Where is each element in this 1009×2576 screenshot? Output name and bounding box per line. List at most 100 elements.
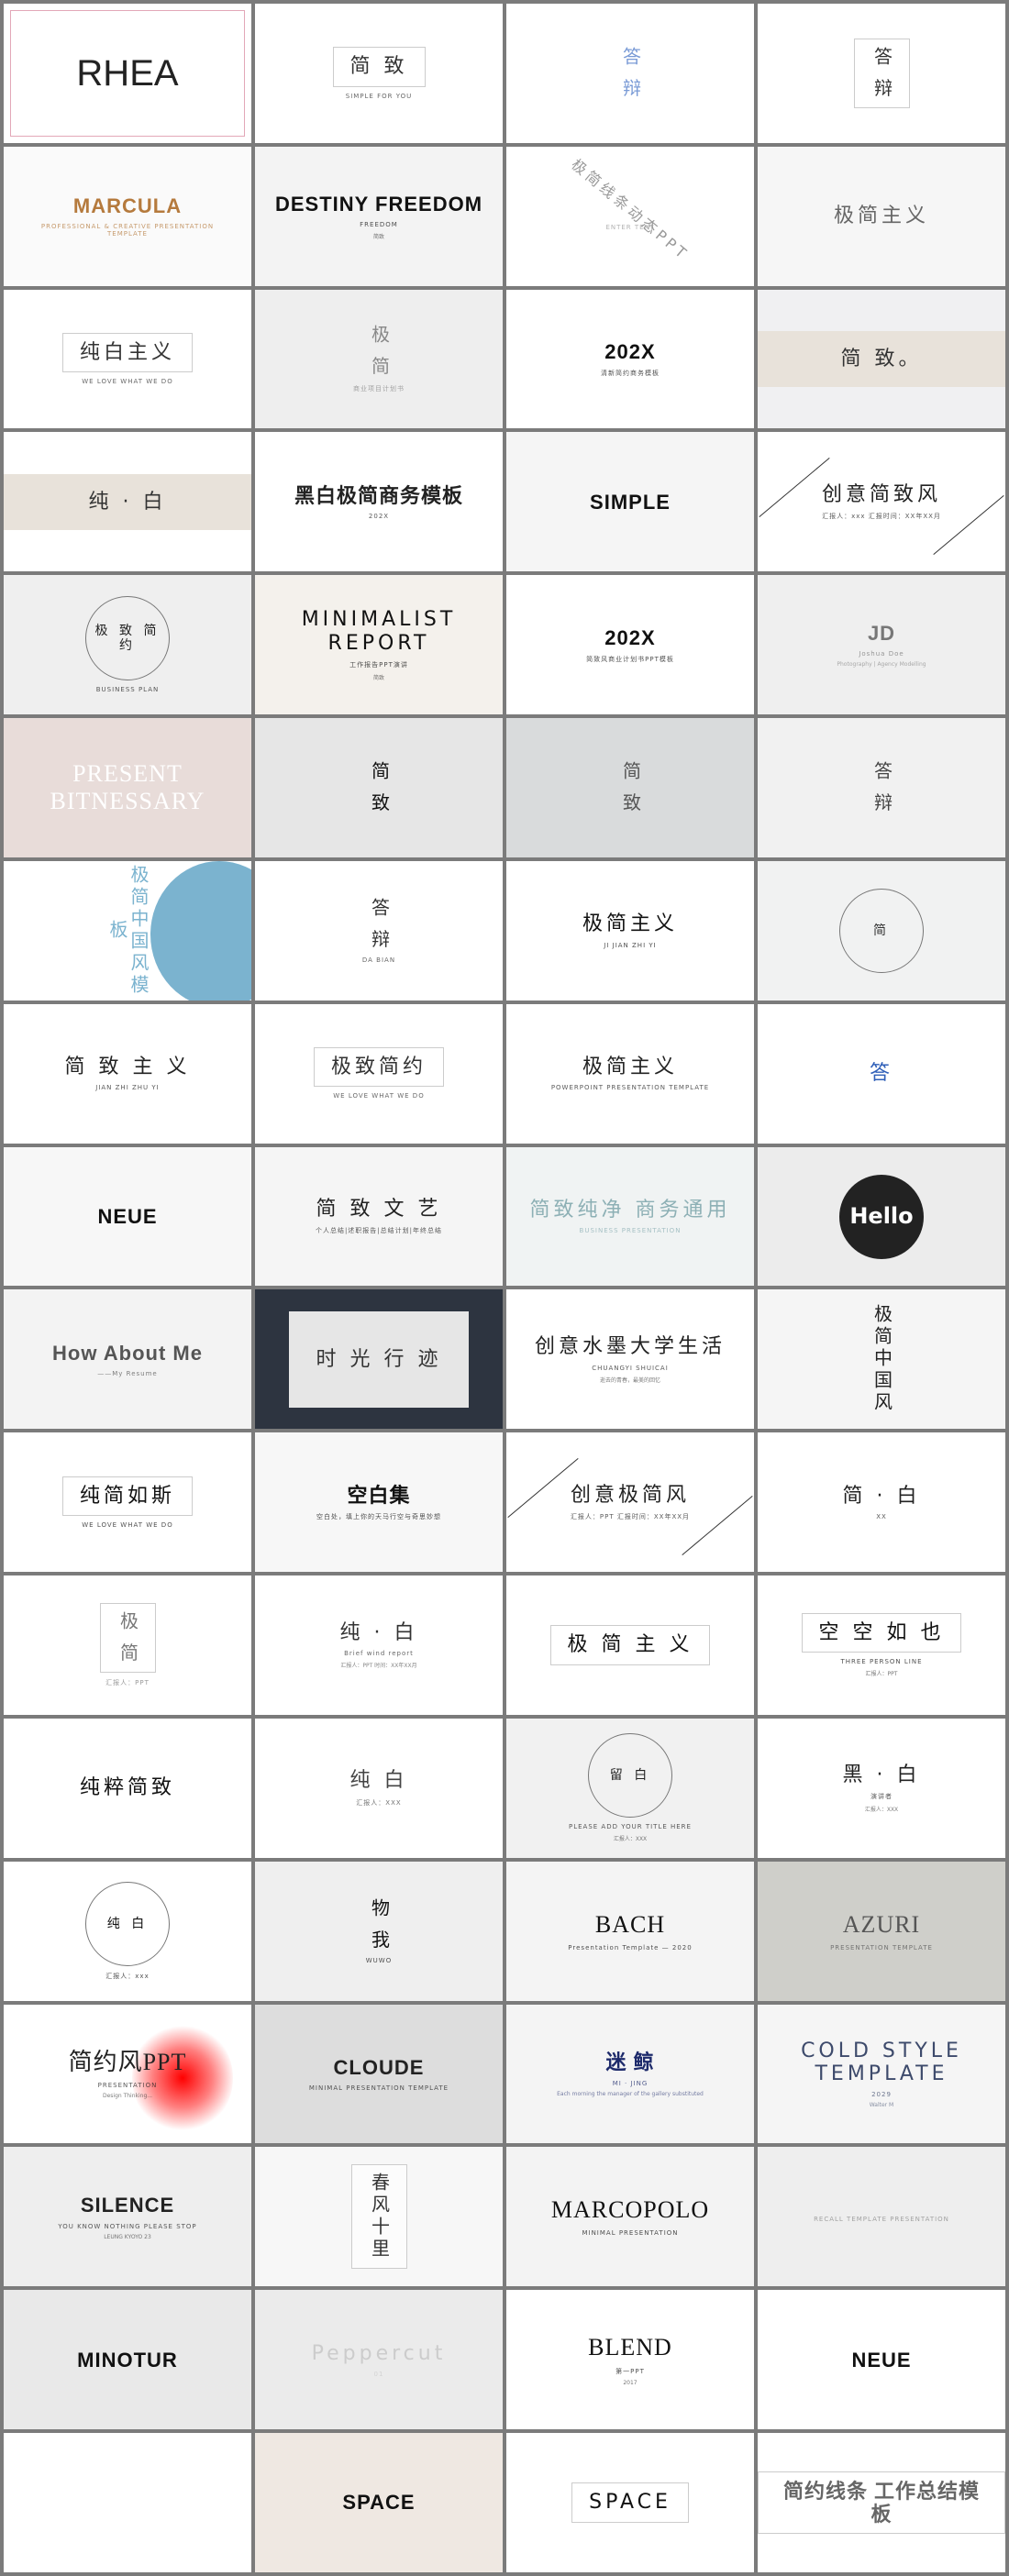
slide-subtitle: Brief wind report	[344, 1650, 414, 1658]
slide-thumbnail[interactable]: 简 致 文 艺个人总结|述职报告|总结计划|年终总结	[255, 1146, 503, 1287]
slide-thumbnail[interactable]: 简 致	[255, 718, 503, 857]
slide-thumbnail[interactable]: 极 致 简 约 BUSINESS PLAN	[4, 575, 251, 715]
slide-thumbnail[interactable]: 简 致。	[758, 289, 1005, 429]
slide-thumbnail[interactable]: NEUE	[758, 2290, 1005, 2430]
slide-thumbnail[interactable]: 纯白主义 WE LOVE WHAT WE DO	[4, 289, 251, 429]
slide-caption: 简致	[372, 233, 384, 240]
slide-subtitle: 第一PPT	[615, 2367, 645, 2375]
slide-thumbnail[interactable]: 留 白 PLEASE ADD YOUR TITLE HERE 汇报人：XXX	[506, 1718, 754, 1858]
slide-thumbnail[interactable]: 简 致	[506, 718, 754, 857]
slide-thumbnail[interactable]: 极简主义 POWERPOINT PRESENTATION TEMPLATE	[506, 1003, 754, 1144]
slide-title: RHEA	[76, 52, 179, 94]
slide-thumbnail[interactable]: MARCULA PROFESSIONAL & CREATIVE PRESENTAT…	[4, 146, 251, 286]
slide-thumbnail[interactable]: 极简中国风模板	[4, 860, 251, 1001]
slide-thumbnail[interactable]: NEUE	[4, 1146, 251, 1287]
slide-thumbnail[interactable]: 简 · 白 XX	[758, 1432, 1005, 1573]
slide-thumbnail[interactable]: 答 辩 DA BIAN	[255, 860, 503, 1001]
slide-thumbnail[interactable]: 创意简致风 汇报人：xxx 汇报时间：XX年XX月	[758, 432, 1005, 572]
slide-thumbnail[interactable]: How About Me ——My Resume	[4, 1289, 251, 1430]
slide-thumbnail[interactable]: 时 光 行 迹	[255, 1289, 503, 1430]
slide-title: 202X	[604, 625, 656, 649]
slide-thumbnail[interactable]: 极致简约 WE LOVE WHAT WE DO	[255, 1003, 503, 1144]
slide-thumbnail[interactable]: AZURI PRESENTATION TEMPLATE	[758, 1861, 1005, 2001]
slide-title: 极简主义	[582, 1056, 678, 1079]
slide-subtitle: MINIMAL PRESENTATION TEMPLATE	[308, 2084, 449, 2093]
slide-thumbnail[interactable]: 极简线条动态PPT ENTER TEXT	[506, 146, 754, 286]
slide-thumbnail[interactable]: SIMPLE	[506, 432, 754, 572]
slide-thumbnail[interactable]: Hello	[758, 1146, 1005, 1287]
slide-thumbnail[interactable]: 空白集 空白处，填上你的天马行空与奇思妙想	[255, 1432, 503, 1573]
slide-thumbnail[interactable]: BLEND 第一PPT 2017	[506, 2290, 754, 2430]
slide-thumbnail[interactable]: SPACE	[506, 2433, 754, 2572]
slide-thumbnail[interactable]: 202X 清新简约商务模板	[506, 289, 754, 429]
slide-thumbnail[interactable]: SPACE	[255, 2433, 503, 2572]
slide-title: Peppercut	[311, 2341, 447, 2365]
slide-title: 创意极简风	[570, 1483, 690, 1507]
slide-thumbnail[interactable]: 纯 白汇报人：xxx	[4, 1861, 251, 2001]
slide-caption: 汇报人：PPT 时间：XX年XX月	[340, 1663, 417, 1670]
slide-subtitle: 汇报人：xxx 汇报时间：XX年XX月	[822, 513, 941, 521]
slide-thumbnail[interactable]: 迷 鲸 MI · JING Each morning the manager of …	[506, 2004, 754, 2144]
slide-thumbnail[interactable]: 答 辩	[758, 4, 1005, 143]
slide-thumbnail[interactable]: Peppercut 01	[255, 2290, 503, 2430]
slide-thumbnail[interactable]: 简致纯净 商务通用 BUSINESS PRESENTATION	[506, 1146, 754, 1287]
slide-thumbnail[interactable]: 简约线条 工作总结模板	[758, 2433, 1005, 2572]
slide-thumbnail[interactable]: 创意水墨大学生活 CHUANGYI SHUICAI 逝去的青春，最美的回忆	[506, 1289, 754, 1430]
slide-thumbnail[interactable]: SILENCE YOU KNOW NOTHING PLEASE STOP LEUNG…	[4, 2147, 251, 2287]
slide-title: 简 致。	[840, 347, 923, 370]
slide-thumbnail[interactable]: 纯 · 白	[4, 432, 251, 572]
slide-thumbnail[interactable]: 纯粹简致	[4, 1718, 251, 1858]
slide-title: 简约线条 工作总结模板	[758, 2471, 1005, 2535]
slide-thumbnail[interactable]: 极 简商业项目计划书	[255, 289, 503, 429]
slide-title: MINOTUR	[77, 2348, 178, 2371]
slide-thumbnail[interactable]	[4, 2433, 251, 2572]
slide-thumbnail[interactable]: 纯 · 白 Brief wind report 汇报人：PPT 时间：XX年XX月	[255, 1575, 503, 1715]
slide-title: SILENCE	[80, 2194, 175, 2217]
slide-thumbnail[interactable]: 创意极简风 汇报人：PPT 汇报时间：XX年XX月	[506, 1432, 754, 1573]
slide-thumbnail[interactable]: 春风十里	[255, 2147, 503, 2287]
slide-title: 纯粹简致	[79, 1776, 175, 1800]
slide-thumbnail[interactable]: RHEA	[4, 4, 251, 143]
slide-thumbnail[interactable]: 黑白极简商务模板 202X	[255, 432, 503, 572]
slide-subtitle: 工作报告PPT演讲	[349, 661, 408, 669]
slide-thumbnail[interactable]: MARCOPOLO MINIMAL PRESENTATION	[506, 2147, 754, 2287]
slide-thumbnail[interactable]: PRESENT BITNESSARY	[4, 718, 251, 857]
slide-thumbnail[interactable]: 简 致 SIMPLE FOR YOU	[255, 4, 503, 143]
slide-thumbnail[interactable]: MINOTUR	[4, 2290, 251, 2430]
slide-title: 简 · 白	[842, 1484, 921, 1508]
slide-thumbnail[interactable]: 极简中国风	[758, 1289, 1005, 1430]
slide-thumbnail[interactable]: 答 辩	[758, 718, 1005, 857]
slide-thumbnail[interactable]: 纯简如斯 WE LOVE WHAT WE DO	[4, 1432, 251, 1573]
slide-title: 物 我	[368, 1897, 391, 1951]
slide-thumbnail[interactable]: BACH Presentation Template — 2020	[506, 1861, 754, 2001]
slide-thumbnail[interactable]: 答	[758, 1003, 1005, 1144]
slide-thumbnail[interactable]: 极 简汇报人：PPT	[4, 1575, 251, 1715]
slide-title: AZURI	[842, 1910, 921, 1938]
slide-title: 简 致 文 艺	[316, 1197, 442, 1221]
slide-title: 简 致 主 义	[64, 1056, 191, 1079]
slide-title: 留 白	[588, 1733, 672, 1819]
slide-thumbnail[interactable]: CLOUDE MINIMAL PRESENTATION TEMPLATE	[255, 2004, 503, 2144]
slide-thumbnail[interactable]: 极 简 主 义	[506, 1575, 754, 1715]
slide-thumbnail[interactable]: 物 我 WUWO	[255, 1861, 503, 2001]
slide-thumbnail[interactable]: 简	[758, 860, 1005, 1001]
slide-title: 时 光 行 迹	[288, 1310, 470, 1409]
slide-thumbnail[interactable]: DESTINY FREEDOM FREEDOM 简致	[255, 146, 503, 286]
slide-thumbnail[interactable]: 黑 · 白演讲者 汇报人：XXX	[758, 1718, 1005, 1858]
slide-thumbnail[interactable]: 极简主义	[758, 146, 1005, 286]
slide-thumbnail[interactable]: COLD STYLE TEMPLATE 2029 Walter M	[758, 2004, 1005, 2144]
slide-title: NEUE	[851, 2348, 912, 2371]
slide-title: How About Me	[52, 1341, 203, 1365]
slide-thumbnail[interactable]: 纯 白汇报人：XXX	[255, 1718, 503, 1858]
slide-thumbnail[interactable]: 答 辩	[506, 4, 754, 143]
slide-thumbnail[interactable]: 空 空 如 也 THREE PERSON LINE 汇报人：PPT	[758, 1575, 1005, 1715]
slide-title: 空白集	[347, 1483, 411, 1507]
slide-thumbnail[interactable]: MINIMALIST REPORT 工作报告PPT演讲 简致	[255, 575, 503, 715]
slide-title: 答	[869, 1062, 893, 1086]
slide-thumbnail[interactable]: 简约风PPT PRESENTATION Design Thinking...	[4, 2004, 251, 2144]
slide-thumbnail[interactable]: 简 致 主 义 JIAN ZHI ZHU YI	[4, 1003, 251, 1144]
slide-thumbnail[interactable]: 202X 简致风商业计划书PPT模板	[506, 575, 754, 715]
slide-thumbnail[interactable]: JD Joshua Doe Photography | Agency Modelli…	[758, 575, 1005, 715]
slide-thumbnail[interactable]: RECALL TEMPLATE PRESENTATION	[758, 2147, 1005, 2287]
slide-thumbnail[interactable]: 极简主义 JI JIAN ZHI YI	[506, 860, 754, 1001]
